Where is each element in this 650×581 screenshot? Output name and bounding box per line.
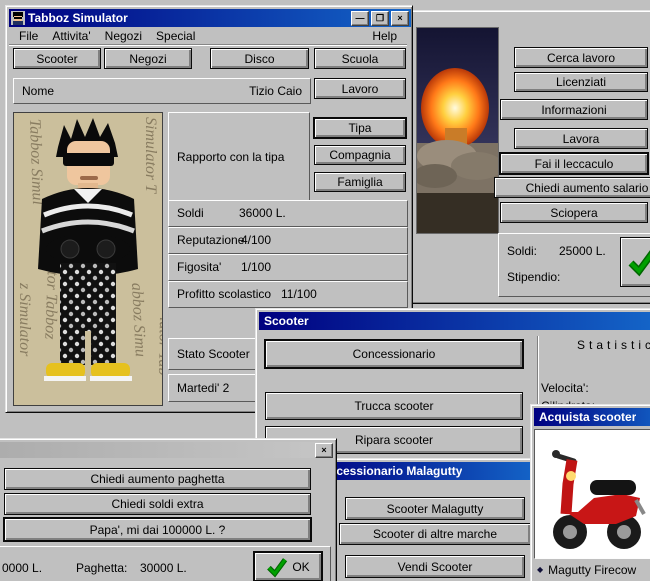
scooter-model-label: Magutty Firecow <box>548 563 637 577</box>
acquista-window-title: Acquista scooter <box>539 410 637 424</box>
disco-nav-button[interactable]: Disco <box>210 48 309 69</box>
scooter-altre-marche-button[interactable]: Scooter di altre marche <box>339 523 531 545</box>
tipa-button[interactable]: Tipa <box>314 118 406 138</box>
famiglia-button[interactable]: Famiglia <box>314 172 406 192</box>
stat-row-figosita: Figosita' 1/100 <box>168 254 408 281</box>
check-icon <box>267 557 288 578</box>
scuola-nav-button[interactable]: Scuola <box>314 48 406 69</box>
informazioni-button[interactable]: Informazioni <box>500 99 648 120</box>
stat-row-soldi: Soldi 36000 L. <box>168 200 408 227</box>
stat-label: Profitto scolastico <box>177 287 272 301</box>
ok-label: OK <box>292 559 310 574</box>
cerca-lavoro-button[interactable]: Cerca lavoro <box>514 47 648 68</box>
paghetta-titlebar[interactable]: × <box>0 442 335 458</box>
work-soldi-label: Soldi: <box>507 244 538 258</box>
statistiche-header: Statistiche <box>577 338 650 352</box>
work-soldi-value: 25000 L. <box>559 244 606 258</box>
menu-special[interactable]: Special <box>149 28 202 44</box>
nome-panel: Nome Tizio Caio <box>13 78 311 104</box>
paghetta-money-panel: 0000 L. Paghetta: 30000 L. OK <box>0 546 331 581</box>
svg-text:z Simulator: z Simulator <box>16 282 33 357</box>
menu-file[interactable]: File <box>12 28 45 44</box>
svg-text:ator Tabboz: ator Tabboz <box>41 263 61 341</box>
svg-text:Simulator T: Simulator T <box>142 117 159 194</box>
papa-100000-button[interactable]: Papa', mi dai 100000 L. ? <box>4 518 311 541</box>
rapporto-label: Rapporto con la tipa <box>177 150 285 164</box>
stat-value: 36000 L. <box>239 206 286 220</box>
lavoro-window: Cerca lavoro Licenziati Informazioni Lav… <box>408 10 650 304</box>
velocita-label: Velocita': <box>541 381 589 395</box>
radio-bullet-icon: ◆ <box>537 565 544 574</box>
chiedi-aumento-salario-button[interactable]: Chiedi aumento salario <box>494 177 650 198</box>
main-menubar: File Attivita' Negozi Special Help <box>9 27 407 45</box>
negozi-nav-button[interactable]: Negozi <box>104 48 192 69</box>
minimize-icon[interactable]: — <box>351 10 369 26</box>
scooter-titlebar[interactable]: Scooter <box>259 312 650 330</box>
svg-text:lator Tab: lator Tab <box>155 317 162 376</box>
concessionario-button[interactable]: Concessionario <box>265 340 523 368</box>
vendi-scooter-button[interactable]: Vendi Scooter <box>345 555 525 578</box>
paghetta-value: 30000 L. <box>140 561 187 575</box>
stat-label: Figosita' <box>177 260 222 274</box>
stat-label: Reputazione <box>177 233 245 247</box>
lavora-button[interactable]: Lavora <box>514 128 648 149</box>
scooter-window-title: Scooter <box>264 314 309 328</box>
svg-text:Tabboz Simul: Tabboz Simul <box>26 119 46 206</box>
check-icon <box>628 250 650 277</box>
menu-help[interactable]: Help <box>365 28 404 44</box>
job-explosion-image <box>416 27 499 234</box>
scooter-model-option[interactable]: ◆ Magutty Firecow <box>537 562 636 578</box>
soldi-partial-value: 0000 L. <box>2 561 43 575</box>
paghetta-label: Paghetta: <box>76 561 128 575</box>
lavoro-nav-button[interactable]: Lavoro <box>314 78 406 99</box>
scooter-nav-button[interactable]: Scooter <box>13 48 101 69</box>
paghetta-window: × Chiedi aumento paghetta Chiedi soldi e… <box>0 438 337 581</box>
main-window-title: Tabboz Simulator <box>28 11 128 25</box>
stat-row-profitto: Profitto scolastico 11/100 <box>168 281 408 308</box>
fai-il-leccaculo-button[interactable]: Fai il leccaculo <box>500 153 648 174</box>
maximize-icon[interactable]: ❐ <box>371 10 389 26</box>
licenziati-button[interactable]: Licenziati <box>514 72 648 92</box>
stato-scooter-label: Stato Scooter <box>177 347 250 361</box>
close-icon[interactable]: × <box>315 442 333 458</box>
menu-attivita[interactable]: Attivita' <box>45 28 97 44</box>
malagutty-titlebar[interactable]: Concessionario Malagutty <box>307 462 537 480</box>
sciopera-button[interactable]: Sciopera <box>500 202 648 223</box>
rapporto-panel: Rapporto con la tipa <box>168 112 310 202</box>
stipendio-label: Stipendio: <box>507 270 561 284</box>
stat-label: Soldi <box>177 206 204 220</box>
acquista-titlebar[interactable]: Acquista scooter <box>534 408 650 426</box>
scooter-preview <box>534 429 650 559</box>
chiedi-soldi-extra-button[interactable]: Chiedi soldi extra <box>4 493 311 515</box>
malagutty-window: Concessionario Malagutty Scooter Malagut… <box>303 458 539 581</box>
close-icon[interactable]: × <box>391 10 409 26</box>
compagnia-button[interactable]: Compagnia <box>314 145 406 165</box>
nome-value: Tizio Caio <box>249 84 302 98</box>
nome-label: Nome <box>22 84 55 98</box>
trucca-scooter-button[interactable]: Trucca scooter <box>265 392 523 420</box>
chiedi-aumento-paghetta-button[interactable]: Chiedi aumento paghetta <box>4 468 311 490</box>
scooter-malagutty-button[interactable]: Scooter Malagutty <box>345 497 525 520</box>
stat-value: 11/100 <box>281 287 317 301</box>
day-label: Martedi' 2 <box>177 381 230 395</box>
stat-value: 4/100 <box>241 233 272 247</box>
character-portrait: Tabboz Simul ator Tabboz Simulator T abb… <box>13 112 163 406</box>
ok-button[interactable]: OK <box>254 552 322 581</box>
stat-row-reputazione: Reputazione 4/100 <box>168 227 408 254</box>
main-titlebar[interactable]: Tabboz Simulator — ❐ × <box>9 9 411 27</box>
work-confirm-button[interactable] <box>620 237 650 287</box>
scooter-image <box>552 450 646 549</box>
stat-value: 1/100 <box>241 260 272 274</box>
acquista-window: Acquista scooter ◆ Magutty Firecow <box>530 404 650 581</box>
menu-negozi[interactable]: Negozi <box>98 28 149 44</box>
app-icon <box>11 11 25 25</box>
desktop: Cerca lavoro Licenziati Informazioni Lav… <box>0 0 650 581</box>
